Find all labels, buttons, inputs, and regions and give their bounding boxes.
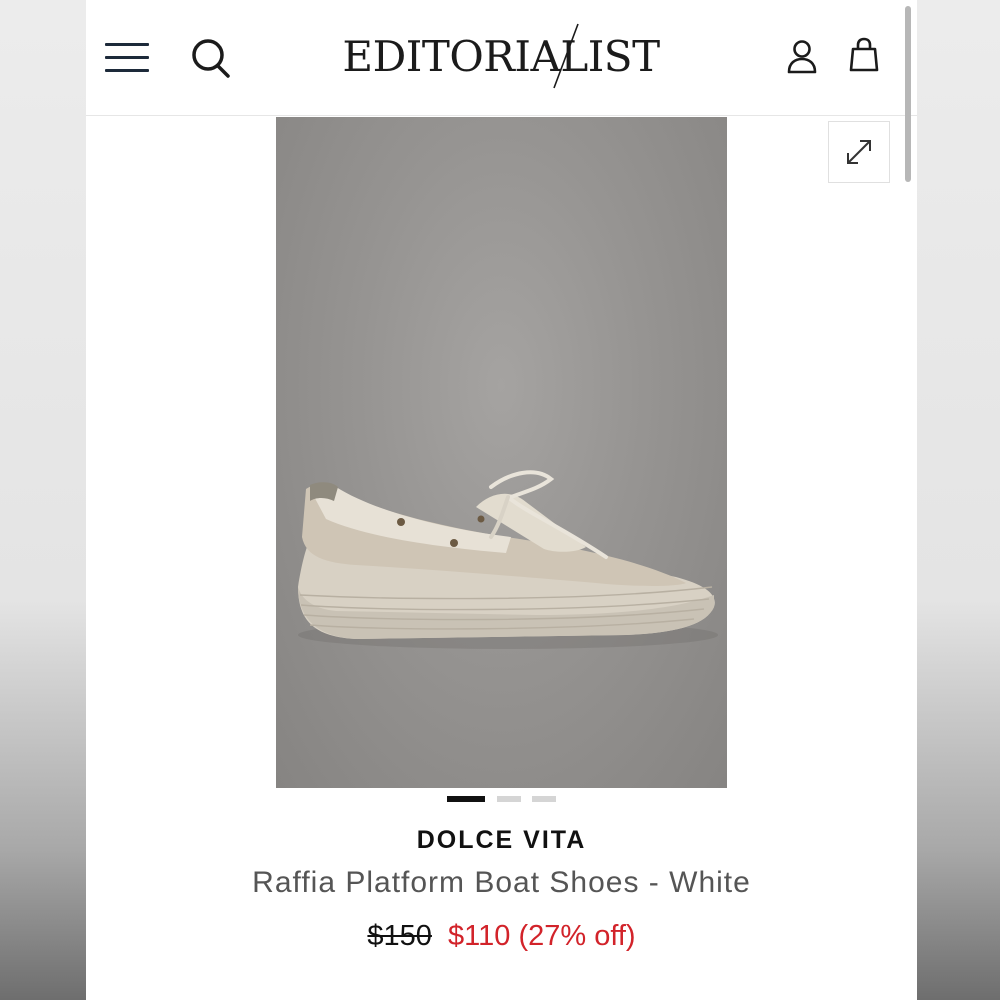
background-right	[917, 0, 1000, 1000]
discount-badge: (27% off)	[518, 920, 636, 952]
product-page: EDITORIALIST DOLCE VITA Raffia Platform …	[86, 0, 917, 1000]
gallery-dot-3[interactable]	[532, 796, 556, 802]
original-price: $150	[367, 920, 432, 952]
product-brand[interactable]: DOLCE VITA	[86, 826, 917, 855]
logo-text: EDITORIALIST	[342, 32, 660, 81]
price-row: $150 $110 (27% off)	[86, 920, 917, 953]
search-icon[interactable]	[190, 36, 232, 80]
expand-image-button[interactable]	[828, 121, 890, 183]
site-logo[interactable]: EDITORIALIST	[336, 22, 666, 92]
gallery-dot-2[interactable]	[497, 796, 521, 802]
page-scrollbar[interactable]	[905, 6, 911, 182]
product-image[interactable]	[276, 117, 727, 788]
product-title: Raffia Platform Boat Shoes - White	[252, 866, 751, 899]
site-header: EDITORIALIST	[86, 0, 917, 182]
user-account-icon[interactable]	[786, 38, 818, 76]
background-left	[0, 0, 86, 1000]
hamburger-menu-icon[interactable]	[105, 40, 149, 76]
gallery-dot-1[interactable]	[447, 796, 485, 802]
shoe-illustration	[298, 470, 718, 649]
expand-icon	[847, 140, 871, 164]
shopping-bag-icon[interactable]	[848, 36, 880, 74]
sale-price: $110	[448, 920, 511, 952]
